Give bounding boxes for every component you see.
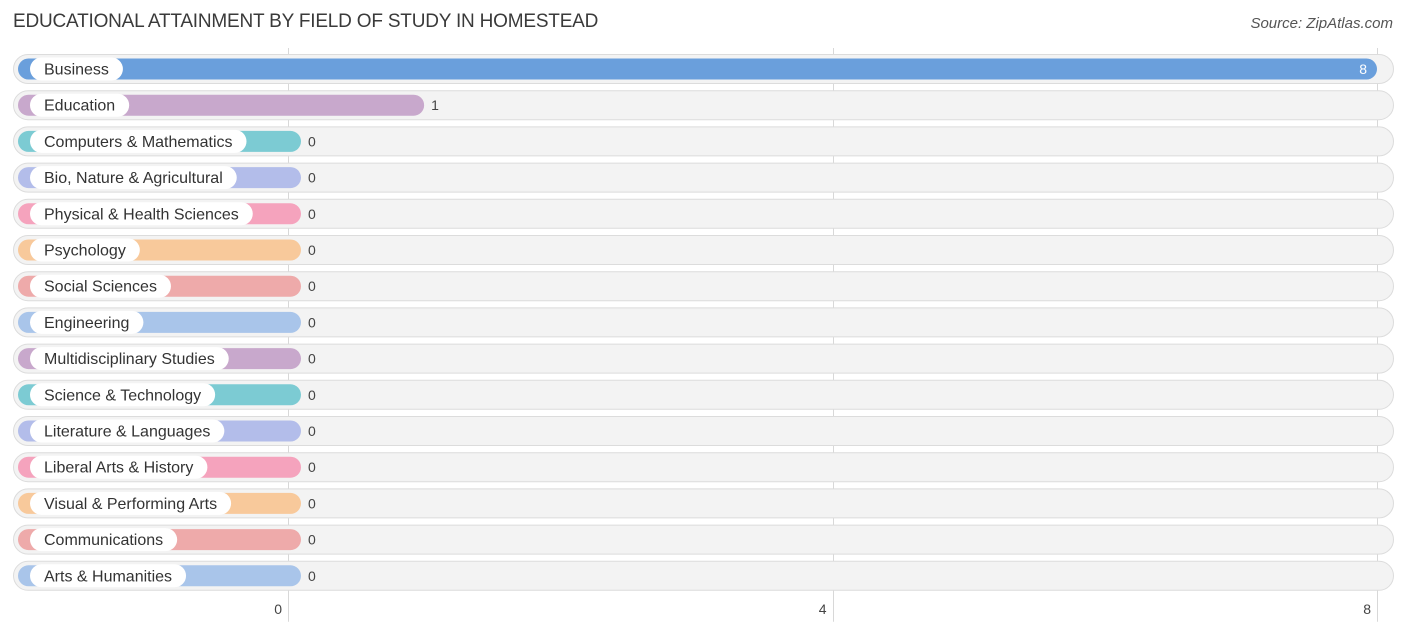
bar-value: 8 (1359, 61, 1367, 77)
bar-value: 0 (308, 459, 316, 475)
bar-row: Social Sciences 0 (13, 271, 1394, 302)
x-tick-label: 4 (819, 601, 827, 617)
bar-label: Multidisciplinary Studies (44, 351, 215, 368)
bar-label: Business (44, 62, 109, 79)
bar-row: Physical & Health Sciences 0 (13, 198, 1394, 229)
bar-label: Social Sciences (44, 279, 157, 296)
bar-row: Computers & Mathematics 0 (13, 126, 1394, 157)
bar-row: Visual & Performing Arts 0 (13, 488, 1394, 519)
bar-row: Multidisciplinary Studies 0 (13, 343, 1394, 374)
bar-value: 0 (308, 495, 316, 511)
bar-row: Liberal Arts & History 0 (13, 452, 1394, 483)
bar-label: Bio, Nature & Agricultural (44, 170, 223, 187)
bar-row: Psychology 0 (13, 235, 1394, 265)
bar-value: 0 (308, 170, 316, 186)
rows-layer: Business 8 Education 1 Computers & Mathemati… (13, 54, 1394, 591)
bar-value: 0 (308, 314, 316, 330)
bar-value: 0 (308, 133, 316, 149)
bar-row: Business 8 (13, 54, 1394, 84)
bar-label: Computers & Mathematics (44, 134, 233, 151)
bar-row: Literature & Languages 0 (13, 416, 1394, 446)
bar-value: 0 (308, 206, 316, 222)
bar-label: Psychology (44, 243, 126, 260)
bar-label: Literature & Languages (44, 424, 210, 441)
bar-label: Communications (44, 532, 163, 549)
bar-row: Arts & Humanities 0 (13, 560, 1394, 591)
bar-row: Bio, Nature & Agricultural 0 (13, 162, 1394, 193)
x-tick-label: 8 (1363, 601, 1371, 617)
bar-row: Communications 0 (13, 524, 1394, 555)
bar-value: 0 (308, 242, 316, 258)
bar-label: Education (44, 98, 115, 115)
bar (18, 58, 1377, 80)
bar-chart: Business 8 Education 1 Computers & Mathemati… (13, 48, 1394, 622)
bar-row: Science & Technology 0 (13, 379, 1394, 410)
bar-value: 0 (308, 387, 316, 403)
bar-label: Engineering (44, 315, 129, 332)
bar-label: Science & Technology (44, 387, 201, 404)
bar-row: Engineering 0 (13, 307, 1394, 338)
bar-label: Liberal Arts & History (44, 460, 193, 477)
bar-value: 0 (308, 423, 316, 439)
bar-value: 1 (431, 97, 439, 113)
bar-label: Arts & Humanities (44, 568, 172, 585)
bar-value: 0 (308, 278, 316, 294)
bar-row: Education 1 (13, 90, 1394, 121)
bar-label: Visual & Performing Arts (44, 496, 217, 513)
bar-value: 0 (308, 568, 316, 584)
x-axis-ticks: 0 4 8 (274, 601, 1371, 617)
x-tick-label: 0 (274, 601, 282, 617)
bar-label: Physical & Health Sciences (44, 206, 239, 223)
bar-value: 0 (308, 351, 316, 367)
bar-value: 0 (308, 532, 316, 548)
